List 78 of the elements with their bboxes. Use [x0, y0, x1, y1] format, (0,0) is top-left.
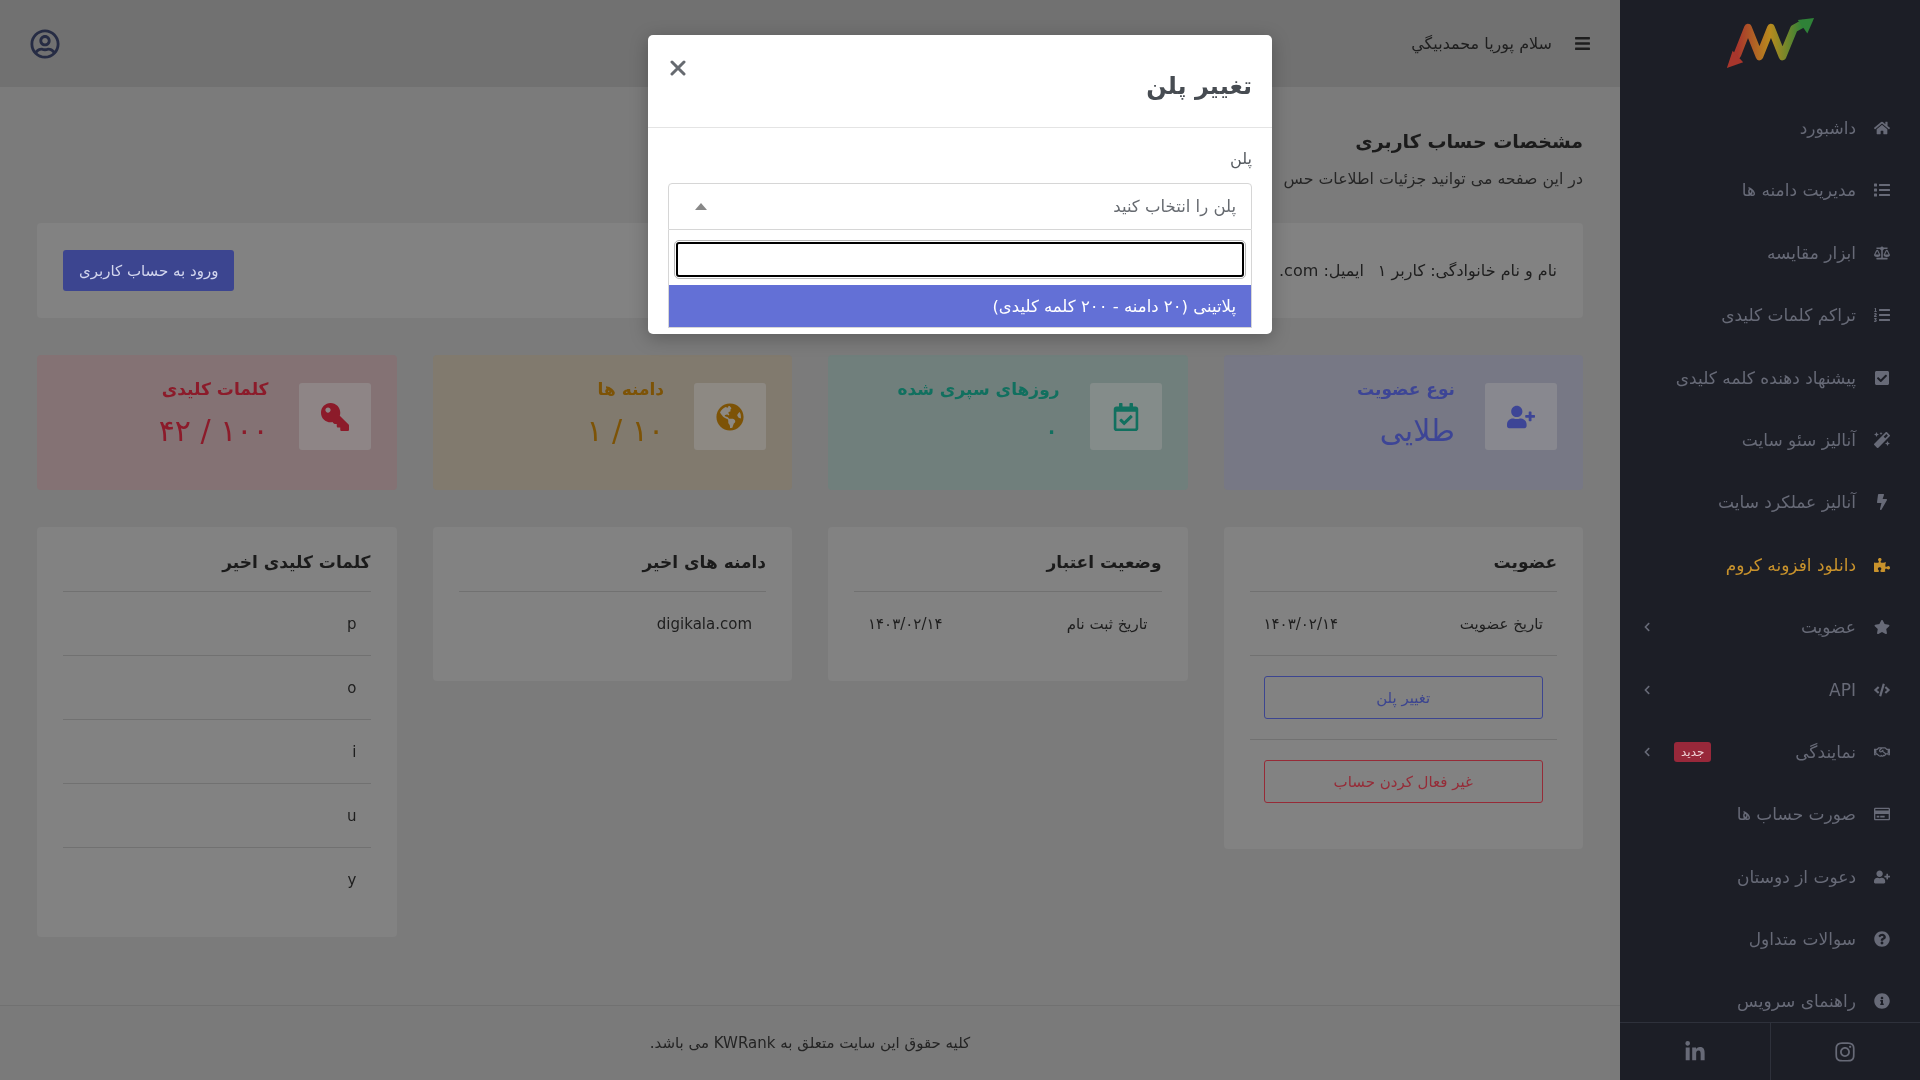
sidebar-item[interactable]: راهنمای سرویس [1737, 981, 1890, 1022]
menu-icon[interactable] [1574, 35, 1591, 52]
sidebar-item[interactable]: API [1829, 669, 1890, 710]
page-title: مشخصات حساب کاربری [1355, 129, 1583, 155]
greeting-text: سلام پوریا محمدبیگي [1411, 34, 1552, 53]
page-subtitle: در این صفحه می توانید جزئیات اطلاعات حس [1283, 168, 1583, 190]
dropdown-option[interactable]: پلاتینی (۲۰ دامنه - ۲۰۰ کلمه کلیدی) [669, 285, 1251, 327]
caret-up-icon [695, 203, 707, 210]
stat-title: روزهای سپری شده [897, 378, 1060, 401]
stat-value: ۴۲ / ۱۰۰ [158, 412, 269, 450]
list-icon [1874, 182, 1890, 199]
list-item-text: p [346, 614, 357, 633]
card-title: وضعیت اعتبار [1046, 551, 1162, 574]
user-circle-icon[interactable] [30, 28, 60, 59]
chevron-icon [1642, 746, 1652, 757]
globe-icon [694, 383, 766, 450]
modal-title: تغییر پلن [1146, 71, 1252, 102]
sidebar-item[interactable]: نمایندگی [1795, 731, 1890, 772]
stat-value: ۰ [1043, 412, 1060, 450]
sidebar-item[interactable]: صورت حساب ها [1736, 794, 1890, 835]
list-item-text: digikala.com [656, 614, 752, 633]
close-icon[interactable] [670, 60, 686, 76]
calendar-check-icon [1089, 383, 1162, 450]
star-icon [1874, 619, 1890, 636]
list-item-text: i [352, 742, 357, 761]
sidebar-item[interactable]: آنالیز عملکرد سایت [1718, 482, 1890, 523]
wand-icon [1874, 431, 1890, 448]
profile-field: نام و نام خانوادگی: کاربر ۱ [1377, 261, 1557, 280]
search-field[interactable] [676, 242, 1244, 277]
list-item-text: o [347, 678, 357, 697]
copyright-text: کلیه حقوق این سایت متعلق به KWRank می باشد. [649, 1034, 971, 1052]
card-title: کلمات کلیدی اخیر [222, 551, 371, 575]
outline-button[interactable]: تغییر پلن [1263, 676, 1543, 719]
list-item-text: y [347, 870, 357, 889]
login-button[interactable]: ورود به حساب کاربری [63, 250, 235, 291]
sidebar-item[interactable]: دانلود افزونه کروم [1725, 544, 1890, 585]
row-label: تاریخ ثبت نام [1066, 614, 1148, 633]
question-icon [1874, 931, 1890, 948]
sidebar-item[interactable]: داشبورد [1799, 108, 1890, 148]
sidebar-item[interactable]: عضویت [1800, 607, 1890, 648]
row-value: ۱۴۰۳/۰۲/۱۴ [1263, 614, 1339, 633]
card-title: عضویت [1493, 551, 1557, 574]
danger-outline-button[interactable]: غیر فعال کردن حساب [1263, 760, 1543, 803]
sidebar-item[interactable]: ابزار مقایسه [1766, 232, 1890, 273]
sidebar-item[interactable]: دعوت از دوستان [1736, 856, 1890, 897]
row-value: ۱۴۰۳/۰۲/۱۴ [868, 614, 943, 633]
list-item-text: u [347, 806, 357, 825]
credit-card-icon [1874, 806, 1890, 823]
sidebar-item[interactable]: سوالات متداول [1748, 919, 1890, 960]
row-label: تاریخ عضویت [1459, 614, 1543, 633]
field-label: پلن [1230, 148, 1252, 170]
puzzle-icon [1874, 556, 1890, 573]
stat-title: نوع عضویت [1357, 378, 1455, 401]
home-icon [1874, 120, 1890, 136]
code-icon [1874, 681, 1890, 698]
lightning-icon [1874, 494, 1890, 511]
sidebar-item[interactable]: مدیریت دامنه ها [1741, 170, 1890, 211]
chevron-icon [1642, 622, 1652, 633]
info-icon [1874, 993, 1890, 1010]
stat-value: طلایی [1379, 412, 1455, 450]
key-icon [298, 383, 371, 450]
user-plus-icon [1874, 868, 1890, 885]
chevron-icon [1642, 684, 1652, 695]
sidebar-item[interactable]: تراکم کلمات کلیدی [1721, 295, 1890, 336]
card-title: دامنه های اخیر [642, 551, 766, 575]
stat-title: دامنه ها [597, 378, 664, 401]
checkbox-icon [1874, 369, 1890, 386]
linkedin-icon[interactable] [1683, 1040, 1706, 1063]
badge: جدید [1674, 741, 1712, 762]
numbered-list-icon [1874, 307, 1890, 324]
stat-value: ۱ / ۱۰ [586, 412, 664, 450]
scale-icon [1874, 244, 1890, 261]
sidebar-item[interactable]: آنالیز سئو سایت [1741, 419, 1890, 460]
plan-select[interactable]: پلن را انتخاب کنید [668, 183, 1252, 230]
instagram-icon[interactable] [1834, 1040, 1857, 1063]
sidebar-item[interactable]: پیشنهاد دهنده کلمه کلیدی [1675, 357, 1890, 398]
stat-title: کلمات کلیدی [161, 378, 269, 401]
user-plus-icon [1485, 383, 1557, 450]
